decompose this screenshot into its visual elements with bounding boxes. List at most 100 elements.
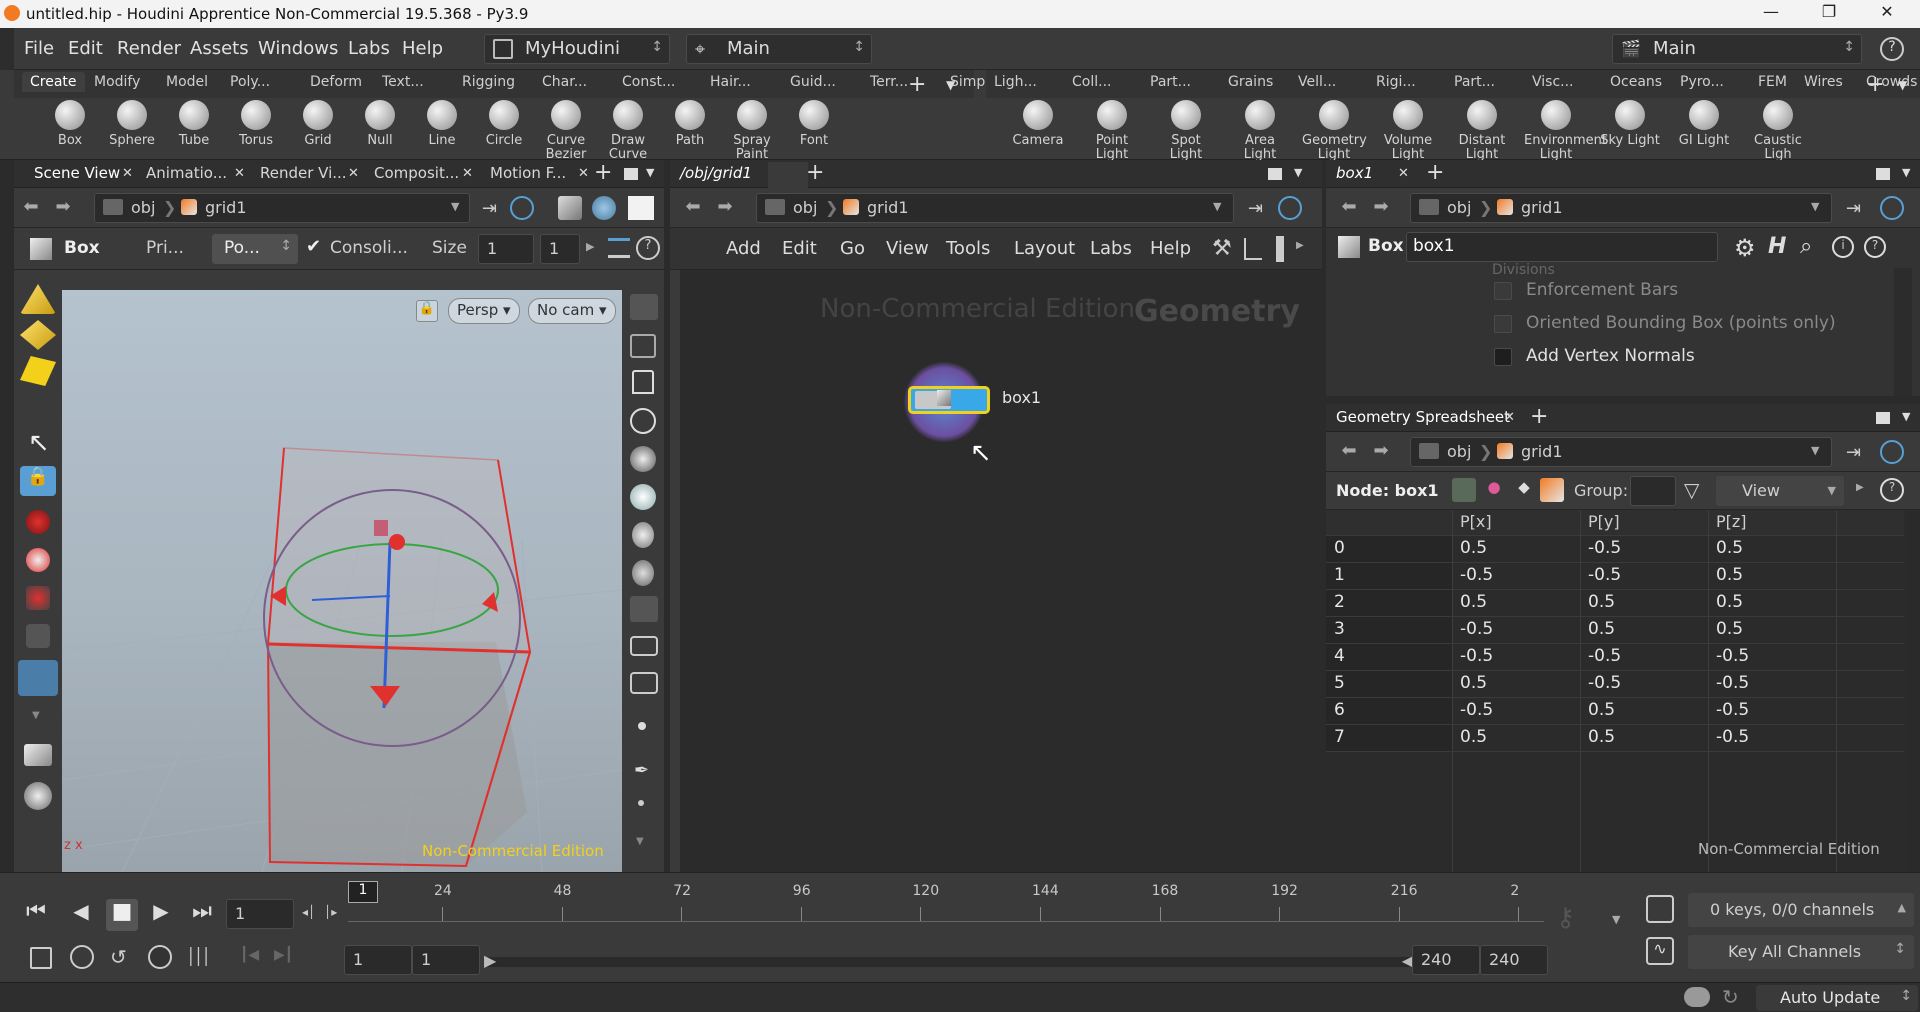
display-options-icon[interactable] (558, 196, 582, 220)
pane-layout-icon[interactable] (1876, 412, 1890, 424)
pane-layout-icon[interactable] (1268, 168, 1282, 180)
network-path-field[interactable]: obj ❯ grid1 ▼ (756, 193, 1234, 223)
shelf-tab[interactable]: Visc... (1532, 74, 1574, 90)
points-select-icon[interactable] (20, 284, 56, 314)
tool-help-icon[interactable]: ? (636, 236, 660, 260)
shelf-tool-circle[interactable]: Circle (472, 100, 536, 148)
tree-view-icon[interactable] (1244, 238, 1262, 260)
menu-render[interactable]: Render (117, 38, 181, 59)
spreadsheet-scrollbar[interactable] (1906, 510, 1920, 872)
column-header[interactable]: P[y] (1588, 512, 1620, 531)
pin-icon[interactable]: ⇥ (1846, 198, 1861, 219)
play-reverse-icon[interactable]: ◀ (66, 899, 96, 931)
detail-mode-icon[interactable] (1540, 478, 1564, 502)
scene-tab[interactable]: Render Vi... (260, 164, 347, 182)
step-back-icon[interactable]: ◂│ (302, 905, 315, 919)
more-icon[interactable]: ▶ (1856, 482, 1864, 493)
column-header[interactable]: P[x] (1460, 512, 1492, 531)
restore-button[interactable]: ❐ (1806, 2, 1852, 26)
scene-tab[interactable]: Animatio... (146, 164, 227, 182)
shelf-menu-icon[interactable]: ▼ (946, 78, 955, 92)
xray-icon[interactable] (630, 408, 656, 434)
shelf-tab[interactable]: Rigging (462, 74, 515, 90)
expand-arrow-icon[interactable]: ▶ (586, 240, 594, 253)
shelf-tab[interactable]: Poly... (230, 74, 270, 90)
network-menu-layout[interactable]: Layout (1014, 238, 1075, 259)
add-tab-icon[interactable]: + (594, 160, 612, 185)
shelf-tool-font[interactable]: Font (782, 100, 846, 148)
close-tab-icon[interactable]: ✕ (1504, 410, 1515, 425)
select-arrow-icon[interactable]: ↖ (28, 428, 50, 458)
handle-options-icon[interactable] (608, 238, 630, 258)
pin-icon[interactable]: ⇥ (482, 198, 497, 219)
param-checkbox[interactable] (1494, 282, 1512, 300)
add-tab-icon[interactable]: + (806, 160, 824, 185)
rotate-tool-icon[interactable] (26, 548, 50, 572)
keyframes-icon[interactable]: │││ (186, 947, 211, 966)
pane-layout-icon[interactable] (624, 168, 638, 180)
shelf-tool-volume-light[interactable]: Volume Light (1376, 100, 1440, 162)
help-icon[interactable]: ? (1864, 236, 1886, 258)
tool-tab-primitive[interactable]: Pri... (146, 238, 184, 258)
step-forward-icon[interactable]: │▸ (324, 905, 337, 919)
houdini-help-icon[interactable]: H (1768, 234, 1786, 259)
view-tool-icon[interactable] (24, 744, 52, 766)
pose-tool-icon[interactable] (26, 624, 50, 648)
primitives-select-icon[interactable] (20, 356, 56, 386)
close-tab-icon[interactable]: ✕ (234, 166, 245, 181)
perspective-menu[interactable]: Persp ▾ (448, 298, 520, 324)
menu-windows[interactable]: Windows (258, 38, 338, 59)
move-tool-icon[interactable] (26, 510, 50, 534)
key-icon[interactable]: ⚷ (1556, 903, 1575, 933)
parameter-path-field[interactable]: obj ❯ grid1 ▼ (1410, 193, 1832, 223)
lock-camera-icon[interactable] (632, 370, 654, 394)
link-icon[interactable] (510, 196, 534, 220)
wrench-icon[interactable]: ⚒ (1212, 236, 1232, 261)
camera-menu[interactable]: No cam ▾ (528, 298, 616, 324)
shelf-tool-box[interactable]: Box (38, 100, 102, 148)
range-start-field[interactable]: 1 (344, 945, 412, 975)
back-icon[interactable]: ⬅ (682, 196, 704, 218)
frame-field[interactable]: 1 (226, 899, 294, 929)
clock-icon[interactable] (148, 945, 172, 969)
cloud-icon[interactable] (1684, 987, 1710, 1007)
shelf-tool-gi-light[interactable]: GI Light (1672, 100, 1736, 148)
parameter-toggle-icon[interactable] (1276, 236, 1284, 262)
shelf-tab[interactable]: Terr... (870, 74, 908, 90)
shelf-tab[interactable]: Char... (542, 74, 587, 90)
network-menu-go[interactable]: Go (840, 238, 865, 259)
forward-icon[interactable]: ➡ (1370, 196, 1392, 218)
checkmark-icon[interactable]: ✔ (306, 236, 321, 257)
shelf-tab[interactable]: Deform (310, 74, 362, 90)
brush-icon[interactable]: ✒ (634, 760, 649, 781)
spreadsheet-tab[interactable]: Geometry Spreadsheet (1336, 408, 1510, 426)
param-checkbox[interactable] (1494, 348, 1512, 366)
filter-icon[interactable]: ▽ (1684, 478, 1699, 502)
forward-icon[interactable]: ➡ (714, 196, 736, 218)
loop-icon[interactable]: ↺ (110, 945, 127, 969)
shading-icon[interactable] (592, 196, 616, 220)
add-tab-icon[interactable]: + (1530, 404, 1548, 429)
view-menu[interactable]: View ▼ (1716, 476, 1844, 506)
close-button[interactable]: ✕ (1864, 2, 1910, 26)
back-icon[interactable]: ⬅ (1338, 440, 1360, 462)
add-tab-icon[interactable]: + (1426, 160, 1444, 185)
parameter-scrollbar[interactable] (1894, 268, 1912, 396)
group-field[interactable] (1630, 476, 1676, 506)
forward-icon[interactable]: ➡ (1370, 440, 1392, 462)
scene-tab[interactable]: Motion F... (490, 164, 566, 182)
desktop-selector[interactable]: MyHoudini ↕ (484, 34, 670, 64)
info-icon[interactable]: i (1832, 236, 1854, 258)
wireframe-icon[interactable] (630, 334, 656, 358)
menu-file[interactable]: File (24, 38, 54, 59)
shelf-tab[interactable]: FEM (1758, 74, 1787, 90)
auto-update-menu[interactable]: Auto Update ↕ (1756, 985, 1918, 1011)
context-selector[interactable]: ⌖ Main ↕ (686, 34, 872, 64)
scene-tab[interactable]: Composit... (374, 164, 459, 182)
stop-icon[interactable]: ■ (106, 899, 138, 931)
edges-select-icon[interactable] (20, 320, 56, 350)
param-checkbox[interactable] (1494, 315, 1512, 333)
shelf-tool-null[interactable]: Null (348, 100, 412, 148)
shelf-tool-caustic-ligh[interactable]: Caustic Ligh (1746, 100, 1810, 162)
shelf-tab[interactable]: Ligh... (994, 74, 1037, 90)
